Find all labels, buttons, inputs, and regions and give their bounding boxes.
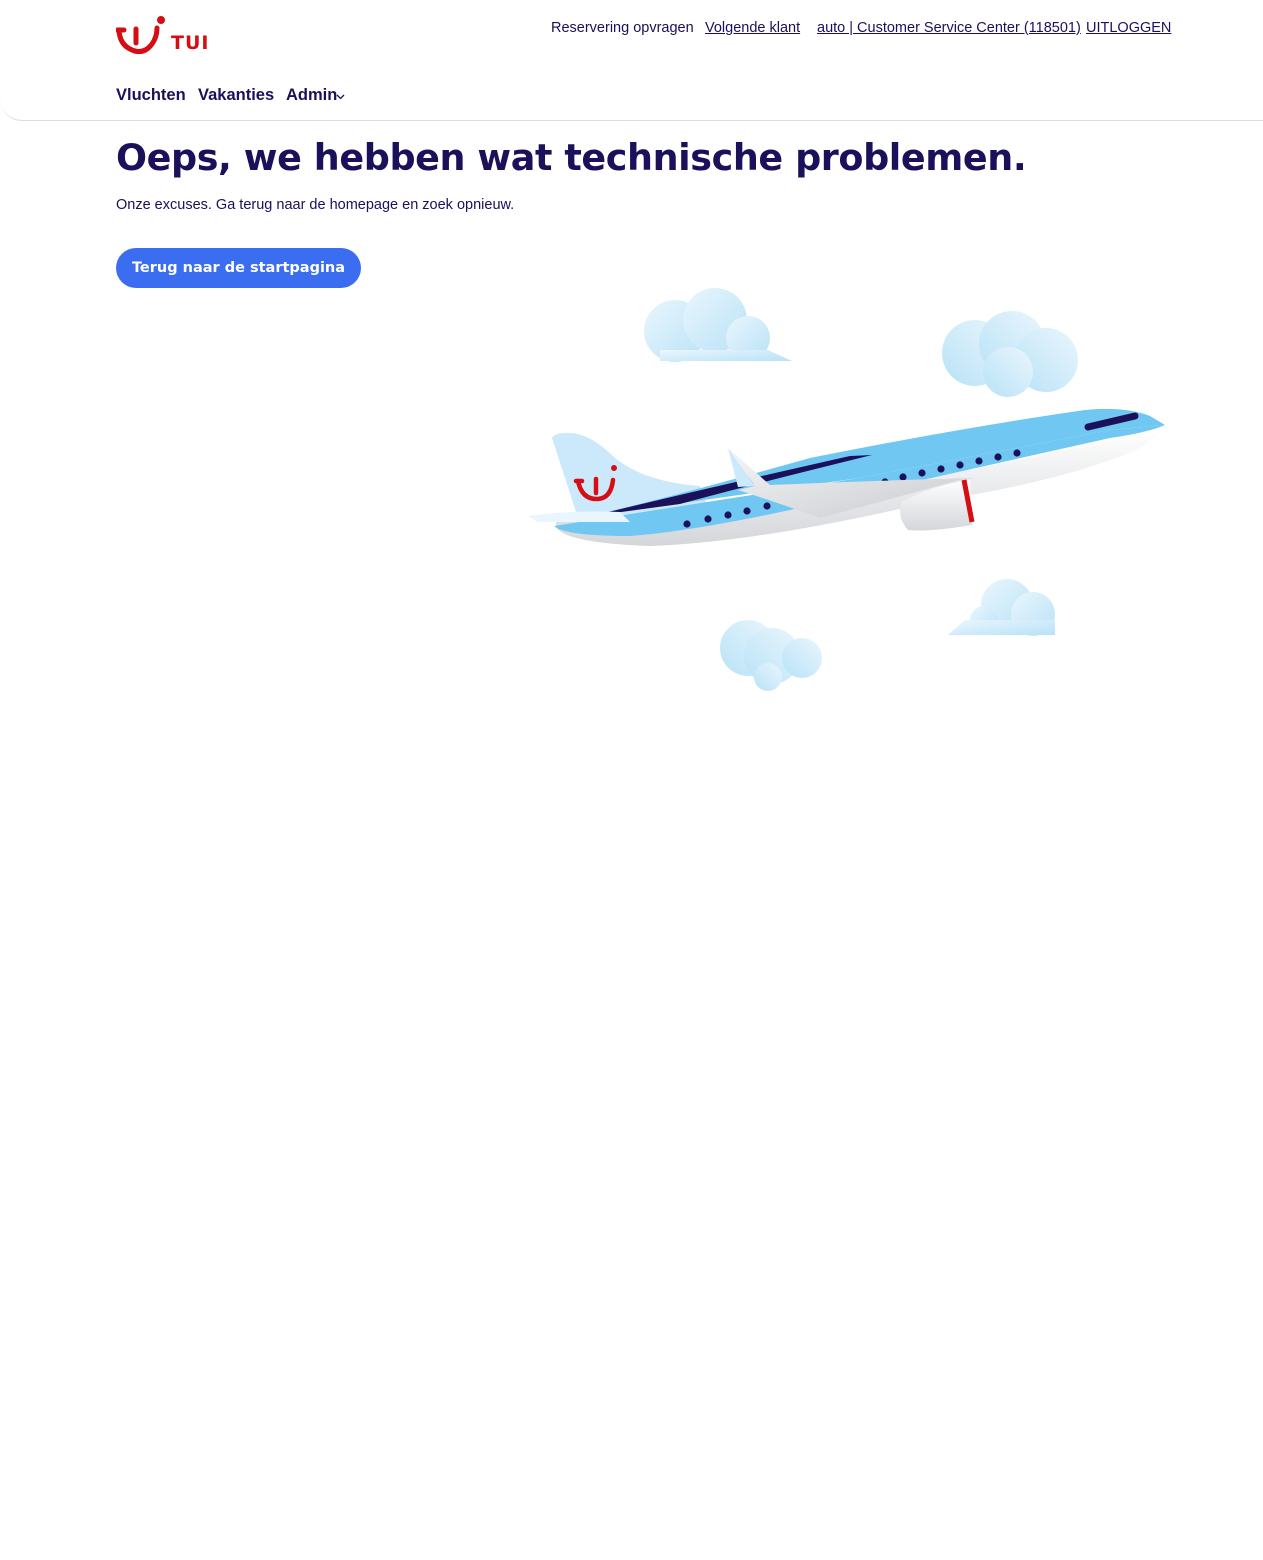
cloud-2 [942,311,1078,397]
logout-link[interactable]: UITLOGGEN [1086,20,1171,36]
nav-item-admin[interactable]: Admin [286,86,337,105]
agent-account-link[interactable]: auto | Customer Service Center (118501) [817,20,1081,36]
airplane-illustration [510,280,1190,710]
airplane [528,408,1165,546]
cloud-3 [948,579,1055,636]
error-message: Onze excuses. Ga terug naar de homepage … [116,197,515,213]
next-customer-link[interactable]: Volgende klant [705,20,800,36]
chevron-down-icon[interactable] [336,94,345,100]
airplane-clouds-svg [528,288,1165,691]
page-header: TUI Reservering opvragen Volgende klant … [0,0,1263,121]
nav-item-flights[interactable]: Vluchten [116,86,186,105]
error-title: Oeps, we hebben wat technische problemen… [116,136,1027,179]
nav-item-admin-label: Admin [286,86,338,104]
utility-links: Reservering opvragen Volgende klant auto… [0,20,1263,40]
back-to-homepage-button[interactable]: Terug naar de startpagina [116,248,361,288]
nav-item-holidays[interactable]: Vakanties [198,86,274,105]
booking-lookup-link[interactable]: Reservering opvragen [551,20,694,36]
cloud-1 [644,288,792,362]
cloud-4 [720,620,822,691]
